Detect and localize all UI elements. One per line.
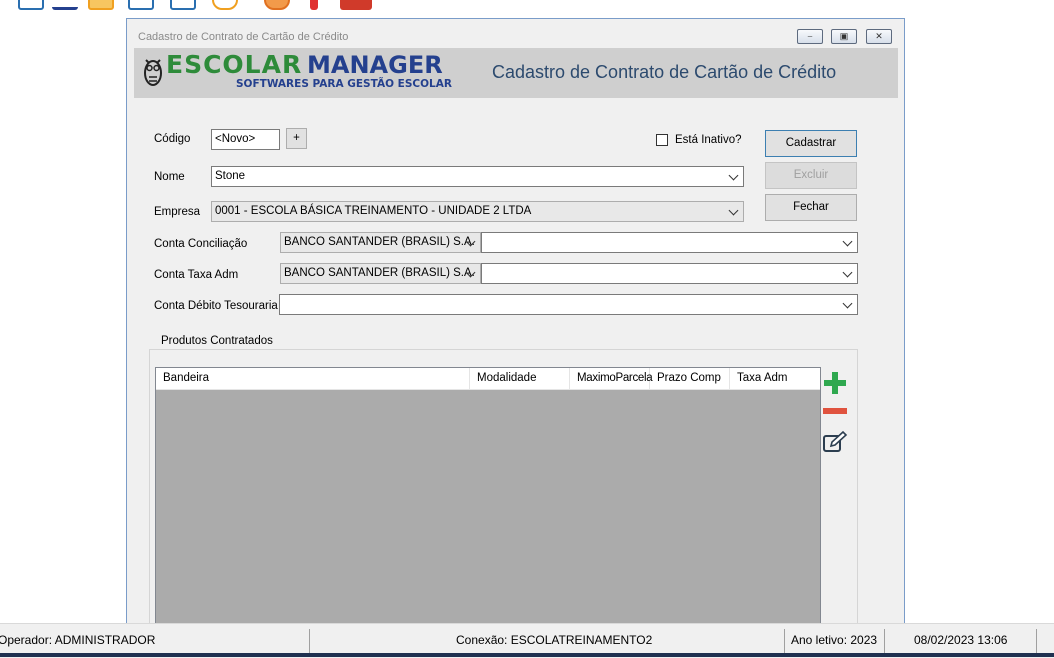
nome-value: Stone — [215, 170, 246, 182]
excluir-button[interactable]: Excluir — [765, 162, 857, 189]
edit-icon[interactable] — [822, 431, 848, 453]
calendar-icon[interactable] — [128, 0, 154, 10]
owl-logo-icon — [144, 59, 162, 86]
chevron-down-icon — [842, 267, 853, 278]
conta-taxa-bank-combobox[interactable]: BANCO SANTANDER (BRASIL) S.A. — [280, 263, 481, 284]
empresa-combobox[interactable]: 0001 - ESCOLA BÁSICA TREINAMENTO - UNIDA… — [211, 201, 744, 222]
status-ano-letivo: Ano letivo: 2023 — [791, 633, 878, 647]
conta-taxa-bank-value: BANCO SANTANDER (BRASIL) S.A. — [284, 267, 475, 279]
status-separator — [884, 629, 885, 653]
conta-debito-combobox[interactable] — [279, 294, 858, 315]
maximize-icon: ▣ — [839, 31, 849, 41]
document-icon[interactable] — [18, 0, 44, 10]
status-separator — [784, 629, 785, 653]
conta-debito-label: Conta Débito Tesouraria — [154, 300, 278, 312]
minus-icon[interactable] — [823, 407, 847, 415]
codigo-label: Código — [154, 133, 191, 145]
cadastrar-button[interactable]: Cadastrar — [765, 130, 857, 157]
fechar-button[interactable]: Fechar — [765, 194, 857, 221]
minimize-icon: ⎯ — [807, 31, 813, 41]
form-title: Cadastro de Contrato de Cartão de Crédit… — [492, 62, 837, 82]
plus-icon[interactable] — [823, 371, 847, 395]
conta-taxa-label: Conta Taxa Adm — [154, 269, 239, 281]
column-header-bandeira[interactable]: Bandeira — [156, 368, 470, 389]
logo-escolar: ESCOLAR — [166, 50, 303, 79]
status-datetime: 08/02/2023 13:06 — [914, 633, 1008, 647]
conta-conciliacao-account-combobox[interactable] — [481, 232, 858, 253]
nome-combobox[interactable]: Stone — [211, 166, 744, 187]
inativo-label: Está Inativo? — [675, 134, 742, 146]
inativo-checkbox[interactable] — [656, 134, 668, 146]
produtos-grid[interactable] — [155, 367, 821, 637]
logo-manager: MANAGER — [307, 51, 443, 79]
maximize-button[interactable]: ▣ — [831, 29, 857, 44]
folder-icon[interactable] — [88, 0, 114, 10]
conta-taxa-account-combobox[interactable] — [481, 263, 858, 284]
empresa-value: 0001 - ESCOLA BÁSICA TREINAMENTO - UNIDA… — [215, 205, 532, 217]
produtos-grid-header: Bandeira Modalidade MaximoParcela Prazo … — [156, 368, 820, 390]
chevron-down-icon — [728, 170, 739, 181]
status-separator — [309, 629, 310, 653]
chevron-down-icon — [842, 236, 853, 247]
codigo-input[interactable]: <Novo> — [211, 129, 280, 150]
bank-icon[interactable] — [52, 0, 78, 10]
status-separator — [1036, 629, 1037, 653]
exit-icon[interactable] — [340, 0, 372, 10]
minimize-button[interactable]: ⎯ — [797, 29, 823, 44]
conta-conciliacao-label: Conta Conciliação — [154, 238, 248, 250]
empresa-label: Empresa — [154, 206, 201, 218]
chevron-down-icon — [842, 298, 853, 309]
close-icon: ✕ — [875, 31, 883, 41]
alert-icon[interactable] — [310, 0, 318, 10]
status-conexao: Conexão: ESCOLATREINAMENTO2 — [456, 633, 653, 647]
codigo-new-button[interactable]: + — [286, 128, 307, 149]
user-icon[interactable] — [264, 0, 290, 10]
status-operador: Operador: ADMINISTRADOR — [0, 633, 156, 647]
column-header-maximoparcela[interactable]: MaximoParcela — [570, 368, 653, 389]
nome-label: Nome — [154, 171, 185, 183]
column-header-prazo-comp[interactable]: Prazo Comp — [650, 368, 730, 389]
window-title: Cadastro de Contrato de Cartão de Crédit… — [138, 31, 349, 43]
produtos-group-title: Produtos Contratados — [158, 335, 276, 347]
chevron-down-icon — [728, 205, 739, 216]
conta-conciliacao-bank-value: BANCO SANTANDER (BRASIL) S.A. — [284, 236, 475, 248]
close-button[interactable]: ✕ — [866, 29, 892, 44]
app-toolbar — [0, 0, 1054, 12]
column-header-modalidade[interactable]: Modalidade — [470, 368, 570, 389]
logo-subtitle: SOFTWARES PARA GESTÃO ESCOLAR — [236, 78, 452, 90]
column-header-taxa-adm[interactable]: Taxa Adm — [730, 368, 820, 389]
check-icon[interactable] — [170, 0, 196, 10]
conta-conciliacao-bank-combobox[interactable]: BANCO SANTANDER (BRASIL) S.A. — [280, 232, 481, 253]
taskbar-edge — [0, 653, 1054, 657]
chat-icon[interactable] — [212, 0, 238, 10]
